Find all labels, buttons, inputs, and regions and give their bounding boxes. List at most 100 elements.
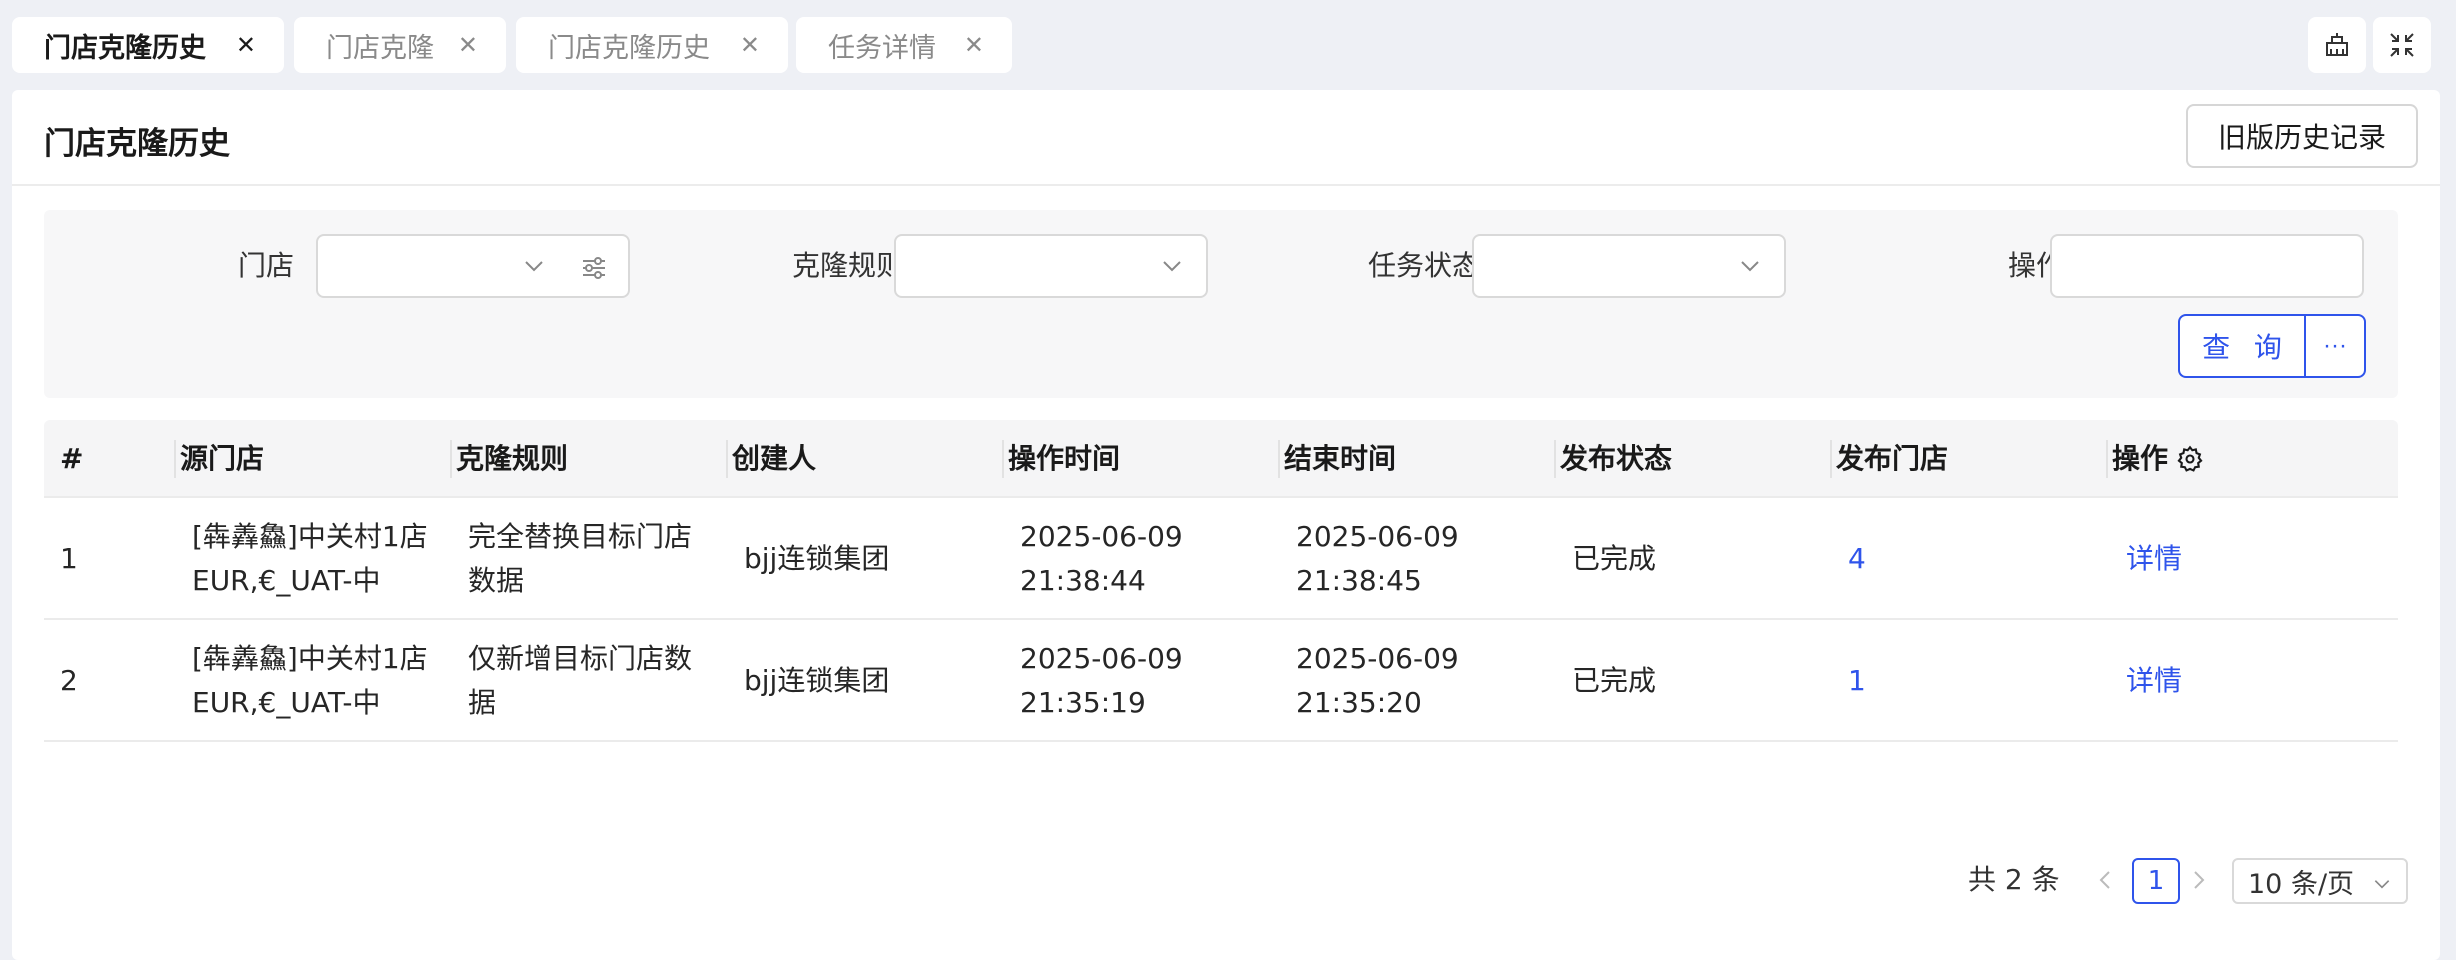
end-time: 21:35:20 xyxy=(1296,686,1422,719)
col-publish-status: 发布状态 xyxy=(1560,442,1673,475)
chevron-down-icon xyxy=(1163,261,1181,272)
close-icon[interactable]: ✕ xyxy=(740,31,760,59)
col-clone-rule: 克隆规则 xyxy=(456,442,569,475)
source-store-line: [犇羴鱻]中关村1店 xyxy=(192,642,428,675)
page-size-select[interactable]: 10 条/页 xyxy=(2232,858,2408,904)
publish-status-cell: 已完成 xyxy=(1572,542,1657,575)
next-page-icon[interactable] xyxy=(2188,868,2210,892)
chevron-down-icon xyxy=(2374,880,2390,889)
pagination-total: 共 2 条 xyxy=(1968,863,2060,896)
source-store-cell: [犇羴鱻]中关村1店 EUR,€_UAT-中 xyxy=(192,620,428,742)
filter-panel: 门店 克隆规则 任务状态 操作 查 询 ··· xyxy=(44,210,2398,398)
main-card: 门店克隆历史 旧版历史记录 门店 克隆规则 任务状态 操作 查 询 ··· # … xyxy=(12,90,2440,960)
end-date: 2025-06-09 xyxy=(1296,642,1459,675)
op-time: 21:38:44 xyxy=(1020,564,1146,597)
tab-store-clone[interactable]: 门店克隆 ✕ xyxy=(294,17,506,73)
clone-rule-line: 数据 xyxy=(468,564,525,597)
col-creator: 创建人 xyxy=(732,442,817,475)
clone-rule-line: 据 xyxy=(468,686,497,719)
column-separator xyxy=(1002,440,1004,478)
filter-settings-icon[interactable] xyxy=(580,254,608,282)
store-label: 门店 xyxy=(237,249,294,282)
col-publish-stores: 发布门店 xyxy=(1836,442,1949,475)
home-button[interactable] xyxy=(2308,17,2366,73)
clone-rule-line: 仅新增目标门店数 xyxy=(468,642,693,675)
col-end-time: 结束时间 xyxy=(1284,442,1397,475)
tab-label: 门店克隆历史 xyxy=(44,32,206,64)
column-separator xyxy=(726,440,728,478)
page-title: 门店克隆历史 xyxy=(44,126,230,162)
close-icon[interactable]: ✕ xyxy=(458,31,478,59)
divider xyxy=(12,184,2440,186)
tab-label: 任务详情 xyxy=(828,32,936,64)
creator-cell: bjj连锁集团 xyxy=(744,542,890,575)
history-table: # 源门店 克隆规则 创建人 操作时间 结束时间 发布状态 发布门店 操作 1 … xyxy=(44,420,2398,742)
gear-icon[interactable] xyxy=(2176,445,2204,473)
task-status-label: 任务状态 xyxy=(1367,249,1480,282)
column-separator xyxy=(174,440,176,478)
op-time-cell: 2025-06-09 21:38:44 xyxy=(1020,498,1183,620)
chevron-down-icon xyxy=(1741,261,1759,272)
table-row: 2 [犇羴鱻]中关村1店 EUR,€_UAT-中 仅新增目标门店数据 bjj连锁集… xyxy=(44,620,2398,742)
chevron-down-icon xyxy=(525,261,543,272)
tab-label: 门店克隆历史 xyxy=(548,32,710,64)
end-date: 2025-06-09 xyxy=(1296,520,1459,553)
table-row: 1 [犇羴鱻]中关村1店 EUR,€_UAT-中 完全替换目标门店 数据 bjj连锁… xyxy=(44,498,2398,620)
op-time: 21:35:19 xyxy=(1020,686,1146,719)
fullscreen-button[interactable] xyxy=(2373,17,2431,73)
creator-cell: bjj连锁集团 xyxy=(744,664,890,697)
clone-rule-line: 完全替换目标门店 xyxy=(468,520,693,553)
end-time-cell: 2025-06-09 21:38:45 xyxy=(1296,498,1459,620)
clone-rule-cell: 仅新增目标门店数据 xyxy=(468,620,692,742)
op-date: 2025-06-09 xyxy=(1020,642,1183,675)
column-separator xyxy=(1554,440,1556,478)
publish-status-cell: 已完成 xyxy=(1572,664,1657,697)
page-number-current[interactable]: 1 xyxy=(2132,858,2180,904)
more-options-button[interactable]: ··· xyxy=(2304,314,2366,378)
operation-input[interactable] xyxy=(2050,234,2364,298)
end-time: 21:38:45 xyxy=(1296,564,1422,597)
home-icon xyxy=(2326,33,2348,56)
column-separator xyxy=(2106,440,2108,478)
prev-page-icon[interactable] xyxy=(2094,868,2116,892)
store-select[interactable] xyxy=(316,234,630,298)
query-button[interactable]: 查 询 xyxy=(2178,314,2304,378)
column-separator xyxy=(1830,440,1832,478)
tab-bar: 门店克隆历史 ✕ 门店克隆 ✕ 门店克隆历史 ✕ 任务详情 ✕ xyxy=(0,0,2456,90)
source-store-line: [犇羴鱻]中关村1店 xyxy=(192,520,428,553)
source-store-cell: [犇羴鱻]中关村1店 EUR,€_UAT-中 xyxy=(192,498,428,620)
tab-store-clone-history[interactable]: 门店克隆历史 ✕ xyxy=(516,17,788,73)
publish-stores-link[interactable]: 4 xyxy=(1848,498,1866,620)
source-store-line: EUR,€_UAT-中 xyxy=(192,686,381,719)
col-action-label: 操作 xyxy=(2112,442,2169,475)
close-icon[interactable]: ✕ xyxy=(964,31,984,59)
end-time-cell: 2025-06-09 21:35:20 xyxy=(1296,620,1459,742)
detail-link[interactable]: 详情 xyxy=(2126,498,2182,620)
detail-link[interactable]: 详情 xyxy=(2126,620,2182,742)
close-icon[interactable]: ✕ xyxy=(236,31,256,59)
clone-rule-cell: 完全替换目标门店 数据 xyxy=(468,498,692,620)
row-index: 2 xyxy=(60,664,78,697)
col-index: # xyxy=(60,442,84,475)
clone-rule-select[interactable] xyxy=(894,234,1208,298)
tab-label: 门店克隆 xyxy=(326,32,434,64)
publish-stores-link[interactable]: 1 xyxy=(1848,620,1866,742)
old-history-button[interactable]: 旧版历史记录 xyxy=(2186,104,2418,168)
row-index: 1 xyxy=(60,542,78,575)
page-size-label: 10 条/页 xyxy=(2248,868,2355,900)
column-separator xyxy=(450,440,452,478)
tab-task-detail[interactable]: 任务详情 ✕ xyxy=(796,17,1012,73)
operation-label: 操作 xyxy=(2007,249,2064,282)
tab-store-clone-history-active[interactable]: 门店克隆历史 ✕ xyxy=(12,17,284,73)
op-date: 2025-06-09 xyxy=(1020,520,1183,553)
task-status-select[interactable] xyxy=(1472,234,1786,298)
col-source-store: 源门店 xyxy=(180,442,265,475)
clone-rule-label: 克隆规则 xyxy=(791,249,904,282)
fullscreen-icon xyxy=(2390,33,2414,57)
op-time-cell: 2025-06-09 21:35:19 xyxy=(1020,620,1183,742)
query-button-group: 查 询 ··· xyxy=(2178,314,2366,378)
source-store-line: EUR,€_UAT-中 xyxy=(192,564,381,597)
col-op-time: 操作时间 xyxy=(1008,442,1121,475)
col-action: 操作 xyxy=(2112,420,2204,498)
table-header: # 源门店 克隆规则 创建人 操作时间 结束时间 发布状态 发布门店 操作 xyxy=(44,420,2398,498)
